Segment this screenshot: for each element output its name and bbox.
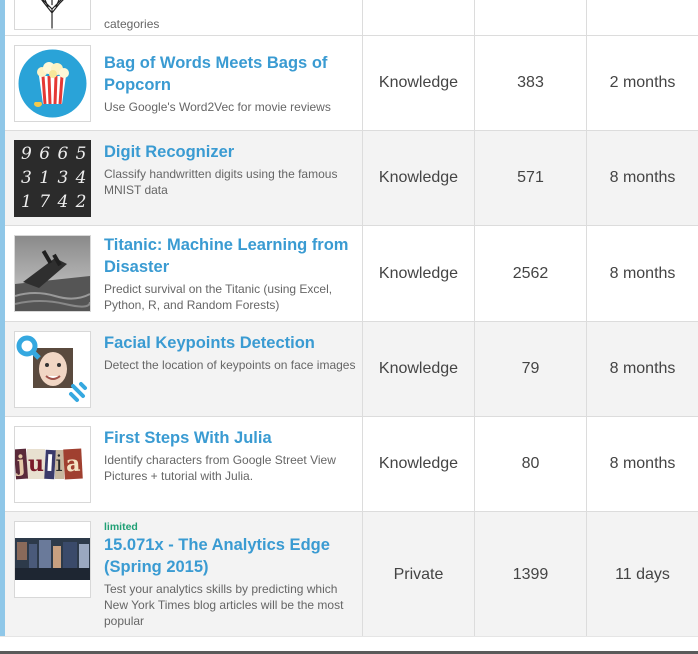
competition-description: Test your analytics skills by predicting…: [104, 581, 344, 628]
competition-cell: j u l i a First Steps With Julia Identif…: [5, 417, 363, 511]
competition-title-link[interactable]: Digit Recognizer: [104, 141, 356, 163]
competition-description: Use Google's Word2Vec for movie reviews: [104, 99, 331, 114]
category-cell: Private: [363, 512, 475, 637]
limited-badge: limited: [104, 520, 138, 533]
table-row[interactable]: 9 6 6 5 3 1 3 4 1 7 4 2 Digit Recognizer…: [5, 131, 698, 226]
page-footer-strip: [0, 636, 698, 654]
category-cell: Knowledge: [363, 417, 475, 511]
competition-title-link[interactable]: First Steps With Julia: [104, 427, 356, 449]
competition-cell: Facial Keypoints Detection Detect the lo…: [5, 322, 363, 416]
deadline-cell: 8 months: [609, 455, 676, 472]
julia-thumbnail-icon[interactable]: j u l i a: [14, 425, 91, 503]
competition-description: Predict survival on the Titanic (using E…: [104, 282, 333, 312]
competition-cell: Bag of Words Meets Bags of Popcorn Use G…: [5, 36, 363, 130]
competition-info: Digit Recognizer Classify handwritten di…: [104, 139, 362, 198]
competition-title-link[interactable]: Titanic: Machine Learning from Disaster: [104, 234, 356, 278]
competition-info: categories: [104, 18, 165, 30]
face-thumbnail-icon[interactable]: [14, 330, 91, 408]
competition-info: First Steps With Julia Identify characte…: [104, 425, 362, 484]
table-row[interactable]: limited 15.071x - The Analytics Edge (Sp…: [5, 512, 698, 638]
tree-thumbnail-icon[interactable]: [14, 0, 91, 30]
competition-title-link[interactable]: 15.071x - The Analytics Edge (Spring 201…: [104, 534, 356, 578]
teams-cell: [475, 0, 587, 36]
digits-thumbnail-icon[interactable]: 9 6 6 5 3 1 3 4 1 7 4 2: [14, 139, 91, 217]
competition-description: Classify handwritten digits using the fa…: [104, 167, 338, 197]
deadline-cell: 8 months: [609, 264, 676, 282]
table-row[interactable]: Bag of Words Meets Bags of Popcorn Use G…: [5, 36, 698, 131]
teams-cell: 383: [475, 36, 587, 130]
teams-cell: 79: [475, 322, 587, 416]
teams-cell: 80: [475, 417, 587, 511]
category-cell: [363, 0, 475, 36]
competition-info: Bag of Words Meets Bags of Popcorn Use G…: [104, 52, 362, 115]
analytics-thumbnail-icon[interactable]: [14, 521, 91, 598]
competition-description: categories: [104, 17, 160, 31]
titanic-thumbnail-icon[interactable]: [14, 235, 91, 312]
competition-description: Identify characters from Google Street V…: [104, 453, 336, 483]
deadline-cell: 2 months: [609, 74, 676, 91]
competition-title-link[interactable]: Facial Keypoints Detection: [104, 332, 355, 354]
table-row[interactable]: Facial Keypoints Detection Detect the lo…: [5, 322, 698, 417]
teams-cell: 1399: [475, 512, 587, 637]
category-cell: Knowledge: [363, 226, 475, 321]
digit-line: 3 1 3 4: [21, 168, 88, 188]
table-row[interactable]: categories: [5, 0, 698, 36]
competition-cell: Titanic: Machine Learning from Disaster …: [5, 226, 363, 321]
competition-info: Facial Keypoints Detection Detect the lo…: [104, 330, 361, 373]
digit-line: 9 6 6 5: [21, 144, 88, 164]
deadline-cell: 8 months: [609, 169, 676, 186]
category-cell: Knowledge: [363, 322, 475, 416]
competition-info: limited 15.071x - The Analytics Edge (Sp…: [104, 521, 362, 629]
deadline-cell: [587, 0, 698, 36]
competition-cell: 9 6 6 5 3 1 3 4 1 7 4 2 Digit Recognizer…: [5, 131, 363, 225]
competition-cell: categories: [5, 0, 363, 36]
category-cell: Knowledge: [363, 131, 475, 225]
popcorn-thumbnail-icon[interactable]: [14, 44, 91, 122]
competition-info: Titanic: Machine Learning from Disaster …: [104, 234, 362, 313]
digit-line: 1 7 4 2: [21, 192, 88, 212]
competition-title-link[interactable]: Bag of Words Meets Bags of Popcorn: [104, 52, 356, 96]
competition-description: Detect the location of keypoints on face…: [104, 358, 356, 372]
deadline-cell: 11 days: [615, 565, 670, 583]
table-row[interactable]: j u l i a First Steps With Julia Identif…: [5, 417, 698, 512]
deadline-cell: 8 months: [609, 360, 676, 377]
table-row[interactable]: Titanic: Machine Learning from Disaster …: [5, 226, 698, 322]
competition-cell: limited 15.071x - The Analytics Edge (Sp…: [5, 512, 363, 637]
competitions-table: categories Bag of Words Meets Bags of Po…: [5, 0, 698, 638]
category-cell: Knowledge: [363, 36, 475, 130]
teams-cell: 571: [475, 131, 587, 225]
teams-cell: 2562: [475, 226, 587, 321]
